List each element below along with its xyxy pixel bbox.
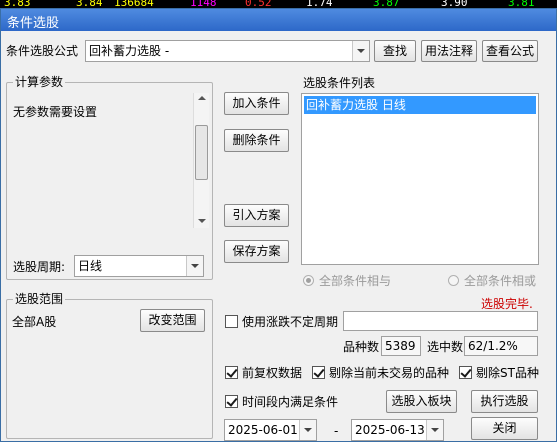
- ticker-value: 136684: [114, 0, 154, 8]
- scroll-thumb[interactable]: [195, 125, 208, 180]
- uncertain-period-label: 使用涨跌不定周期: [242, 315, 339, 329]
- count-label: 品种数: [343, 340, 380, 354]
- ticker-value: 3.87: [373, 0, 400, 8]
- hit-label: 选中数: [427, 340, 464, 354]
- ticker-value: 3.90: [441, 0, 468, 8]
- hit-value: 62/1.2%: [464, 336, 538, 356]
- uncertain-period-checkbox[interactable]: [225, 315, 238, 328]
- end-date-picker[interactable]: 2025-06-13: [351, 419, 444, 441]
- selection-scope-group: 选股范围 全部A股 改变范围: [6, 292, 213, 439]
- ticker-value: 3.81: [508, 0, 535, 8]
- radio-all-or-label: 全部条件相或: [464, 274, 537, 288]
- formula-selected-value: 回补蓄力选股 -: [89, 44, 170, 58]
- delete-condition-button[interactable]: 删除条件: [224, 129, 289, 152]
- selection-done-status: 选股完毕.: [481, 297, 533, 311]
- params-scrollbar[interactable]: [193, 93, 209, 228]
- dialog-content: 条件选股公式 回补蓄力选股 - 查找 用法注释 查看公式 计算参数 无参数需要设…: [1, 31, 556, 441]
- condition-list-title: 选股条件列表: [303, 76, 376, 90]
- exclude-st-label: 剔除ST品种: [476, 366, 539, 380]
- usage-notes-button[interactable]: 用法注释: [421, 40, 477, 62]
- save-plan-button[interactable]: 保存方案: [224, 240, 289, 263]
- radio-all-and[interactable]: [303, 275, 314, 286]
- period-select[interactable]: 日线: [74, 255, 204, 277]
- radio-all-or[interactable]: [448, 275, 459, 286]
- view-formula-button[interactable]: 查看公式: [482, 40, 538, 62]
- background-ticker-strip: 3.83 3.84 136684 1148 0.52 1.74 3.87 3.9…: [0, 0, 557, 8]
- chevron-down-icon[interactable]: [299, 420, 316, 440]
- count-value: 5389: [381, 336, 421, 356]
- period-label: 选股周期:: [13, 260, 66, 274]
- ticker-value: 3.84: [76, 0, 103, 8]
- date-range-separator: -: [334, 424, 339, 438]
- run-selection-button[interactable]: 执行选股: [471, 390, 538, 413]
- time-range-checkbox[interactable]: [225, 395, 238, 408]
- chevron-down-icon[interactable]: [186, 256, 203, 276]
- chevron-down-icon[interactable]: [352, 41, 369, 61]
- start-date-value: 2025-06-01: [228, 423, 298, 437]
- condition-stock-selection-dialog: 条件选股 条件选股公式 回补蓄力选股 - 查找 用法注释 查看公式 计算参数 无…: [0, 8, 557, 442]
- forward-adjust-checkbox[interactable]: [225, 366, 238, 379]
- condition-list[interactable]: 回补蓄力选股 日线: [301, 93, 539, 265]
- find-button[interactable]: 查找: [374, 40, 416, 62]
- exclude-st-checkbox[interactable]: [459, 366, 472, 379]
- calc-params-title: 计算参数: [13, 75, 66, 89]
- change-scope-button[interactable]: 改变范围: [140, 309, 205, 332]
- condition-list-item[interactable]: 回补蓄力选股 日线: [304, 96, 536, 114]
- ticker-value: 1.74: [306, 0, 333, 8]
- end-date-value: 2025-06-13: [355, 423, 425, 437]
- close-button[interactable]: 关闭: [471, 417, 538, 440]
- exclude-untraded-label: 剔除当前未交易的品种: [329, 366, 450, 380]
- chevron-down-icon[interactable]: [426, 420, 443, 440]
- add-condition-button[interactable]: 加入条件: [224, 92, 289, 115]
- selection-scope-title: 选股范围: [13, 292, 66, 306]
- scroll-up-icon[interactable]: [198, 96, 206, 100]
- time-range-label: 时间段内满足条件: [242, 395, 339, 409]
- calc-params-group: 计算参数 无参数需要设置 选股周期: 日线: [6, 75, 213, 280]
- period-selected-value: 日线: [78, 259, 103, 273]
- formula-select[interactable]: 回补蓄力选股 -: [85, 40, 370, 62]
- forward-adjust-label: 前复权数据: [242, 366, 303, 380]
- ticker-value: 1148: [190, 0, 217, 8]
- exclude-untraded-checkbox[interactable]: [312, 366, 325, 379]
- start-date-picker[interactable]: 2025-06-01: [224, 419, 317, 441]
- add-to-block-button[interactable]: 选股入板块: [386, 390, 457, 413]
- formula-label: 条件选股公式: [6, 44, 79, 58]
- import-plan-button[interactable]: 引入方案: [224, 204, 289, 227]
- window-title: 条件选股: [7, 16, 60, 31]
- ticker-value: 0.52: [245, 0, 272, 8]
- title-bar[interactable]: 条件选股: [1, 9, 556, 31]
- no-params-message: 无参数需要设置: [13, 105, 98, 119]
- uncertain-period-input[interactable]: [343, 311, 538, 331]
- ticker-value: 3.83: [4, 0, 31, 8]
- scroll-down-icon[interactable]: [198, 219, 206, 223]
- scope-value: 全部A股: [12, 315, 57, 329]
- radio-all-and-label: 全部条件相与: [319, 274, 392, 288]
